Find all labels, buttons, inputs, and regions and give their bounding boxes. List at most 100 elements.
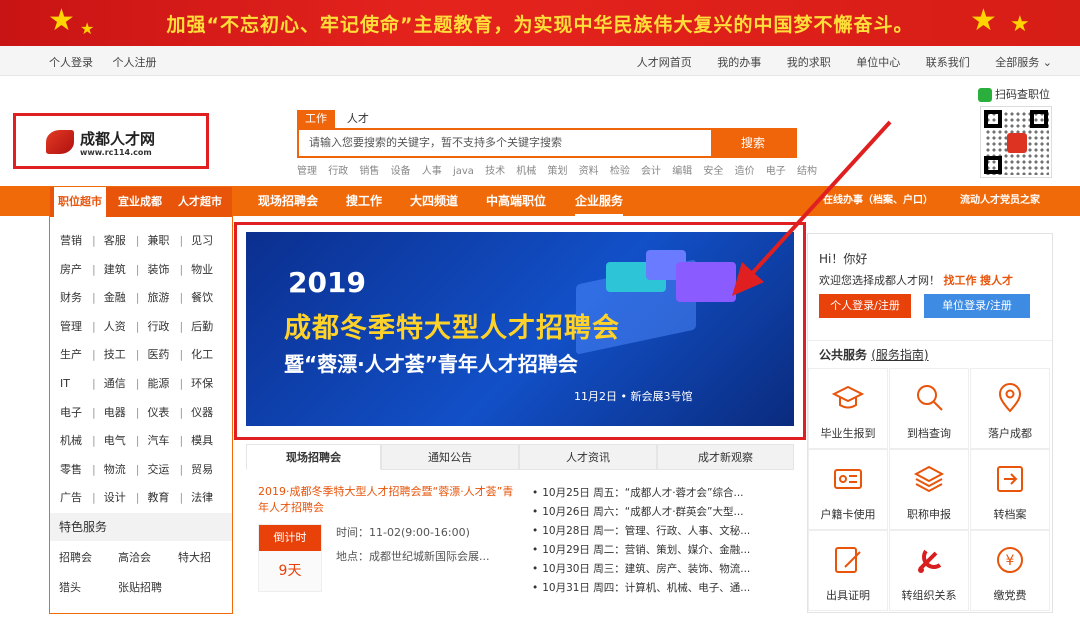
category-link[interactable]: 环保 [191, 370, 215, 398]
contact-us-link[interactable]: 联系我们 [926, 56, 970, 69]
list-item[interactable]: 10月25日 周五：“成都人才·蓉才会”综合... [532, 484, 796, 503]
search-tab-talent[interactable]: 人才 [339, 110, 377, 128]
feature-hi-talks[interactable]: 高洽会 [118, 549, 151, 565]
category-link[interactable]: 医药 [147, 341, 171, 369]
list-item[interactable]: 10月28日 周一：管理、行政、人事、文秘... [532, 522, 796, 541]
category-link[interactable]: 电气 [104, 427, 128, 455]
category-link[interactable]: 仪器 [191, 399, 215, 427]
feature-poster-recruit[interactable]: 张贴招聘 [118, 579, 162, 595]
category-link[interactable]: 广告 [60, 484, 84, 512]
category-link[interactable]: 交运 [147, 456, 171, 484]
category-link[interactable]: 客服 [104, 227, 128, 255]
category-link[interactable]: 餐饮 [191, 284, 215, 312]
category-link[interactable]: 设计 [104, 484, 128, 512]
category-link[interactable]: 通信 [104, 370, 128, 398]
tab-notices[interactable]: 通知公告 [381, 444, 519, 470]
category-link[interactable]: 营销 [60, 227, 84, 255]
service-transfer-file[interactable]: 转档案 [970, 449, 1050, 530]
category-link[interactable]: 后勤 [191, 313, 215, 341]
list-item[interactable]: 10月31日 周四：计算机、机械、电子、通... [532, 579, 796, 598]
hot-keyword[interactable]: 资料 [579, 166, 599, 177]
tab-new-observations[interactable]: 成才新观察 [657, 444, 794, 470]
hot-keyword[interactable]: 销售 [359, 166, 379, 177]
tab-yiye-chengdu[interactable]: 宜业成都 [118, 187, 162, 217]
list-item[interactable]: 10月30日 周三：建筑、房产、装饰、物流... [532, 560, 796, 579]
hot-keyword[interactable]: 策划 [547, 166, 567, 177]
service-party-fee[interactable]: ¥ 缴党费 [970, 530, 1050, 611]
company-login-button[interactable]: 单位登录/注册 [924, 294, 1030, 318]
personal-register-link[interactable]: 个人注册 [113, 56, 157, 69]
nav-find-job[interactable]: 搜工作 [346, 186, 382, 216]
nav-onsite-fair[interactable]: 现场招聘会 [258, 186, 318, 216]
nav-enterprise-services[interactable]: 企业服务 [575, 186, 624, 216]
hot-keyword[interactable]: 技术 [485, 166, 505, 177]
hot-keyword[interactable]: 人事 [422, 166, 442, 177]
category-link[interactable]: 金融 [104, 284, 128, 312]
hot-keyword[interactable]: 行政 [328, 166, 348, 177]
feature-headhunter[interactable]: 猎头 [59, 579, 81, 595]
service-title-declare[interactable]: 职称申报 [889, 449, 969, 530]
category-link[interactable]: 物流 [104, 456, 128, 484]
category-link[interactable]: 机械 [60, 427, 84, 455]
category-link[interactable]: 管理 [60, 313, 84, 341]
featured-fair-link[interactable]: 2019·成都冬季特大型人才招聘会暨“蓉漂·人才荟”青年人才招聘会 [258, 484, 518, 516]
personal-login-link[interactable]: 个人登录 [49, 56, 93, 69]
hot-keyword[interactable]: 会计 [641, 166, 661, 177]
category-link[interactable]: 行政 [147, 313, 171, 341]
category-link[interactable]: 兼职 [147, 227, 171, 255]
my-affairs-link[interactable]: 我的办事 [717, 56, 761, 69]
all-services-dropdown[interactable]: 全部服务 ⌄ [995, 56, 1052, 69]
tab-job-market[interactable]: 职位超市 [54, 187, 106, 217]
tab-talent-market[interactable]: 人才超市 [178, 187, 222, 217]
list-item[interactable]: 10月29日 周二：营销、策划、媒介、金融... [532, 541, 796, 560]
hot-keyword[interactable]: 机械 [516, 166, 536, 177]
feature-mega-recruit[interactable]: 特大招 [178, 549, 211, 565]
service-issue-certificate[interactable]: 出具证明 [808, 530, 888, 611]
list-item[interactable]: 10月26日 周六：“成都人才·群英会”大型... [532, 503, 796, 522]
category-link[interactable]: 仪表 [147, 399, 171, 427]
category-link[interactable]: 化工 [191, 341, 215, 369]
category-link[interactable]: 能源 [147, 370, 171, 398]
hot-keyword[interactable]: 设备 [391, 166, 411, 177]
category-link[interactable]: 房产 [60, 256, 84, 284]
feature-job-fair[interactable]: 招聘会 [59, 549, 92, 565]
category-link[interactable]: 人资 [104, 313, 128, 341]
nav-senior-positions[interactable]: 中高端职位 [486, 186, 546, 216]
category-link[interactable]: IT [60, 370, 84, 398]
nav-party-member-home[interactable]: 流动人才党员之家 [960, 186, 1040, 216]
service-guide-link[interactable]: (服务指南) [871, 348, 928, 362]
category-link[interactable]: 装饰 [147, 256, 171, 284]
service-transfer-party[interactable]: 转组织关系 [889, 530, 969, 611]
site-logo[interactable]: 成都人才网 www.rc114.com [13, 113, 209, 169]
category-link[interactable]: 汽车 [147, 427, 171, 455]
nav-senior-channel[interactable]: 大四频道 [410, 186, 458, 216]
tab-onsite-fair[interactable]: 现场招聘会 [246, 444, 381, 470]
search-tab-job[interactable]: 工作 [297, 110, 335, 128]
category-link[interactable]: 零售 [60, 456, 84, 484]
tab-talent-news[interactable]: 人才资讯 [519, 444, 657, 470]
category-link[interactable]: 技工 [104, 341, 128, 369]
company-center-link[interactable]: 单位中心 [856, 56, 900, 69]
my-job-search-link[interactable]: 我的求职 [787, 56, 831, 69]
category-link[interactable]: 模具 [191, 427, 215, 455]
hot-keyword[interactable]: java [453, 166, 474, 177]
category-link[interactable]: 生产 [60, 341, 84, 369]
category-link[interactable]: 财务 [60, 284, 84, 312]
category-link[interactable]: 旅游 [147, 284, 171, 312]
category-link[interactable]: 电子 [60, 399, 84, 427]
category-link[interactable]: 法律 [191, 484, 215, 512]
service-household-card[interactable]: 户籍卡使用 [808, 449, 888, 530]
hot-keyword[interactable]: 编辑 [672, 166, 692, 177]
find-job-link[interactable]: 找工作 [944, 274, 977, 287]
home-link[interactable]: 人才网首页 [637, 56, 692, 69]
service-file-query[interactable]: 到档查询 [889, 368, 969, 449]
service-settle-chengdu[interactable]: 落户成都 [970, 368, 1050, 449]
hot-keyword[interactable]: 管理 [297, 166, 317, 177]
category-link[interactable]: 物业 [191, 256, 215, 284]
personal-login-button[interactable]: 个人登录/注册 [819, 294, 911, 318]
service-graduate-report[interactable]: 毕业生报到 [808, 368, 888, 449]
category-link[interactable]: 贸易 [191, 456, 215, 484]
find-talent-link[interactable]: 搜人才 [980, 274, 1013, 287]
category-link[interactable]: 教育 [147, 484, 171, 512]
hot-keyword[interactable]: 检验 [610, 166, 630, 177]
